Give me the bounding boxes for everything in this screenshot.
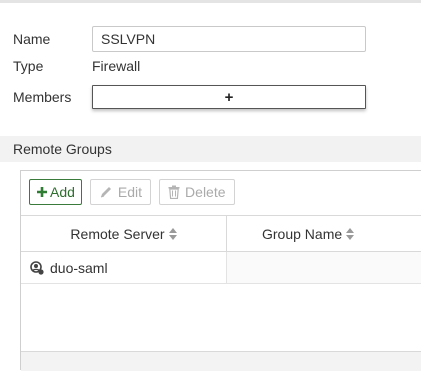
table-footer [21,351,421,371]
remote-groups-toolbar: Add Edit Delete [29,179,235,205]
column-remote-server[interactable]: Remote Server [21,216,227,251]
group-name-cell [227,252,421,283]
saml-server-icon [30,260,44,275]
column-group-name-label: Group Name [262,225,343,242]
remote-server-value: duo-saml [50,259,108,276]
column-remote-server-label: Remote Server [70,225,165,242]
name-field[interactable] [92,26,366,52]
edit-button[interactable]: Edit [89,179,152,205]
edit-button-label: Edit [117,184,143,200]
sort-icon[interactable] [346,227,355,240]
type-label: Type [13,58,44,74]
name-label: Name [13,31,51,47]
trash-icon [168,185,180,199]
type-row: Type Firewall [13,58,140,74]
top-divider [0,0,421,3]
plus-icon [36,186,48,198]
members-label: Members [13,89,72,105]
pencil-icon [99,185,113,199]
add-button[interactable]: Add [29,179,82,205]
plus-icon: + [224,88,234,106]
delete-button[interactable]: Delete [159,179,235,205]
name-row: Name [13,26,366,52]
table-header: Remote Server Group Name [21,215,421,252]
column-group-name[interactable]: Group Name [227,216,421,251]
sort-icon[interactable] [168,227,177,240]
table-row[interactable]: duo-saml [21,252,421,284]
members-row: Members + [13,85,366,109]
delete-button-label: Delete [185,184,226,200]
remote-groups-header: Remote Groups [0,136,421,162]
members-add-field[interactable]: + [92,85,366,109]
add-button-label: Add [50,184,75,200]
type-value: Firewall [92,58,141,74]
remote-groups-panel: Add Edit Delete Remote Server Group Name [20,170,421,371]
remote-server-cell: duo-saml [21,252,227,283]
